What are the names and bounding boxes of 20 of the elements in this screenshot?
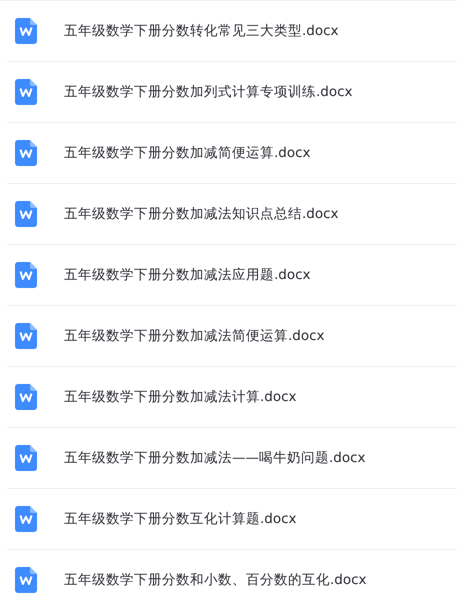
word-document-icon [15,79,37,105]
word-document-icon [15,140,37,166]
word-document-icon [15,384,37,410]
file-name[interactable]: 五年级数学下册分数加减法——喝牛奶问题.docx [64,449,366,467]
file-name[interactable]: 五年级数学下册分数加减简便运算.docx [64,144,311,162]
file-name[interactable]: 五年级数学下册分数加减法计算.docx [64,388,297,406]
word-document-icon [15,18,37,44]
file-name[interactable]: 五年级数学下册分数加列式计算专项训练.docx [64,83,353,101]
word-document-icon [15,445,37,471]
word-document-icon [15,506,37,532]
word-document-icon [15,201,37,227]
word-document-icon [15,323,37,349]
word-document-icon [15,567,37,593]
file-name[interactable]: 五年级数学下册分数加减法应用题.docx [64,266,311,284]
file-name[interactable]: 五年级数学下册分数转化常见三大类型.docx [64,22,339,40]
file-name[interactable]: 五年级数学下册分数互化计算题.docx [64,510,297,528]
file-name[interactable]: 五年级数学下册分数加减法简便运算.docx [64,327,325,345]
word-document-icon [15,262,37,288]
file-name[interactable]: 五年级数学下册分数和小数、百分数的互化.docx [64,571,367,589]
file-name[interactable]: 五年级数学下册分数加减法知识点总结.docx [64,205,339,223]
